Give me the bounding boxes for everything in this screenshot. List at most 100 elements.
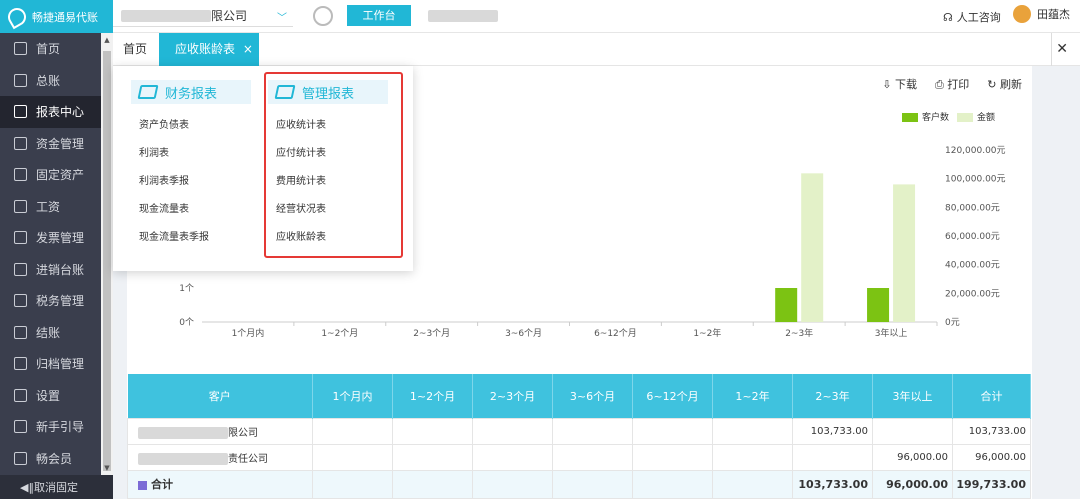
table-cell (632, 417, 713, 445)
sidebar-item[interactable]: 税务管理 (0, 285, 113, 317)
table-cell (392, 417, 473, 445)
scroll-thumb[interactable] (103, 51, 111, 471)
refresh-button[interactable]: ↻ 刷新 (987, 76, 1022, 92)
column-title: 财务报表 (165, 86, 218, 102)
legend-label: 金额 (977, 113, 996, 123)
sidebar-item-label: 设置 (36, 388, 61, 403)
sidebar-item[interactable]: 结账 (0, 317, 113, 349)
x-tick-label: 2~3个月 (413, 328, 450, 339)
table-cell (712, 417, 793, 445)
sidebar-scrollbar[interactable]: ▲ ▼ (101, 33, 113, 475)
bar-customer-count (867, 288, 890, 322)
column-header[interactable]: 1~2个月 (392, 374, 473, 418)
ledger-icon (14, 73, 27, 87)
unpin-sidebar-button[interactable]: ◀‖取消固定 (0, 475, 113, 499)
tax-icon (14, 294, 27, 308)
calculator-icon[interactable] (313, 6, 333, 26)
sidebar-item[interactable]: 首页 (0, 33, 113, 65)
table-row[interactable]: 责任公司 96,000.00 96,000.00 (127, 443, 1031, 471)
print-button[interactable]: ⎙ 打印 (935, 76, 969, 92)
column-header[interactable]: 2~3个月 (472, 374, 553, 418)
column-header[interactable]: 3~6个月 (552, 374, 633, 418)
column-header[interactable]: 3年以上 (872, 374, 953, 418)
aging-table: 客户 1个月内 1~2个月 2~3个月 3~6个月 6~12个月 1~2年 2~3年 3年以上合… (127, 374, 1031, 499)
sidebar-item-label: 归档管理 (36, 357, 85, 372)
financial-reports-header: 财务报表 (131, 80, 251, 104)
asset-icon (14, 168, 27, 182)
report-menu-item[interactable]: 利润表 (131, 140, 251, 168)
table-row[interactable]: 限公司 103,733.00 103,733.00 (127, 417, 1031, 445)
tab-bar: 首页 应收账龄表 × ✕ (113, 32, 1080, 66)
column-header[interactable]: 1个月内 (312, 374, 393, 418)
sidebar-item[interactable]: 归档管理 (0, 348, 113, 380)
report-menu-item[interactable]: 现金流量表 (131, 196, 251, 224)
column-header[interactable]: 6~12个月 (632, 374, 713, 418)
table-cell: 96,000.00 (872, 443, 953, 471)
report-menu-item[interactable]: 现金流量表季报 (131, 224, 251, 252)
tab-label: 应收账龄表 (175, 41, 236, 56)
sidebar-item[interactable]: 工资 (0, 191, 113, 223)
consult-button[interactable]: ☊ 人工咨询 (943, 9, 1001, 25)
right-axis-tick-label: 100,000.00元 (945, 175, 1006, 185)
sidebar-item[interactable]: 新手引导 (0, 411, 113, 443)
tab-receivable-aging[interactable]: 应收账龄表 × (159, 32, 259, 66)
total-cell (312, 469, 393, 499)
sidebar-item[interactable]: 设置 (0, 380, 113, 412)
column-header[interactable]: 客户 (127, 374, 313, 418)
user-menu[interactable]: 田蕴杰 (1013, 5, 1070, 23)
sidebar-item[interactable]: 报表中心 (0, 96, 113, 128)
tab-home[interactable]: 首页 (113, 33, 157, 66)
inventory-icon (14, 262, 27, 276)
sidebar-item[interactable]: 总账 (0, 65, 113, 97)
refresh-icon: ↻ (987, 78, 1000, 91)
printer-icon: ⎙ (934, 78, 948, 91)
archive-icon (14, 357, 27, 371)
total-cell (392, 469, 473, 499)
table-cell: 103,733.00 (952, 417, 1031, 445)
download-button[interactable]: ⇩ 下载 (882, 76, 917, 92)
x-tick-label: 1个月内 (232, 327, 265, 339)
x-tick-label: 3年以上 (875, 327, 908, 339)
total-cell (472, 469, 553, 499)
workbench-button[interactable]: 工作台 (347, 5, 411, 26)
column-header[interactable]: 1~2年 (712, 374, 793, 418)
legend-item[interactable]: 金额 (957, 110, 995, 123)
column-header[interactable]: 合计 (952, 374, 1031, 418)
report-menu-item[interactable]: 利润表季报 (131, 168, 251, 196)
sidebar-item-label: 总账 (36, 73, 61, 88)
close-all-tabs-icon[interactable]: ✕ (1056, 41, 1068, 57)
table-cell (632, 443, 713, 471)
total-cell (552, 469, 633, 499)
column-header[interactable]: 2~3年 (792, 374, 873, 418)
customer-cell: 限公司 (127, 417, 313, 445)
chevron-down-icon: ﹀ (277, 13, 287, 24)
scroll-down-icon[interactable]: ▼ (103, 463, 111, 473)
app-logo[interactable]: 畅捷通易代账 (0, 0, 113, 33)
sidebar-item[interactable]: 进销台账 (0, 254, 113, 286)
report-menu-item[interactable]: 资产负债表 (131, 112, 251, 140)
sidebar-item[interactable]: 资金管理 (0, 128, 113, 160)
legend-swatch (957, 113, 974, 122)
redacted-company-name (121, 9, 211, 22)
legend-swatch (902, 113, 918, 122)
download-icon: ⇩ (882, 78, 895, 91)
sidebar-item[interactable]: 畅会员 (0, 443, 113, 475)
refresh-label: 刷新 (1000, 78, 1022, 91)
sidebar-item[interactable]: 固定资产 (0, 159, 113, 191)
highlight-box (264, 72, 403, 258)
scroll-up-icon[interactable]: ▲ (103, 35, 111, 45)
user-name: 田蕴杰 (1037, 8, 1070, 21)
customer-suffix: 限公司 (228, 427, 258, 439)
right-axis-tick-label: 0元 (945, 318, 960, 328)
x-tick-label: 3~6个月 (505, 328, 542, 339)
close-icon[interactable]: × (243, 42, 253, 56)
legend-item[interactable]: 客户数 (902, 110, 949, 123)
table-cell: 103,733.00 (792, 417, 873, 445)
sidebar-item[interactable]: 发票管理 (0, 222, 113, 254)
company-select[interactable]: 限公司 ﹀ (113, 5, 293, 27)
top-bar: 限公司 ﹀ 工作台 ☊ 人工咨询 田蕴杰 (113, 0, 1080, 33)
home-icon (14, 42, 27, 56)
redacted-customer-name (138, 452, 228, 465)
sidebar-item-label: 发票管理 (36, 231, 85, 246)
sum-icon (138, 480, 147, 490)
